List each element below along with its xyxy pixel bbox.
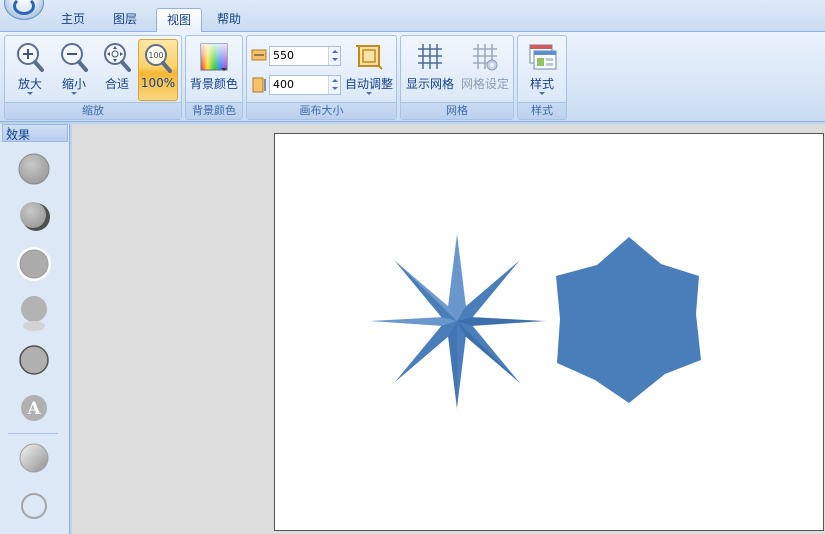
style-group-label: 样式 — [518, 102, 566, 119]
hexagram-shape[interactable] — [556, 237, 701, 403]
tab-layers[interactable]: 图层 — [104, 8, 146, 32]
effects-panel-header: 效果 ᚹ — [2, 124, 68, 142]
svg-text:100: 100 — [148, 51, 163, 60]
color-palette-icon — [200, 43, 228, 71]
canvas-height-icon — [252, 77, 266, 93]
background-color-group-label: 背景颜色 — [186, 102, 242, 119]
zoom-100-button[interactable]: 100 100% — [138, 39, 178, 101]
canvas-shapes — [366, 232, 701, 411]
zoom-in-dropdown-icon — [27, 92, 33, 95]
effect-plain[interactable] — [14, 149, 54, 189]
zoom-100-label: 100% — [140, 76, 176, 90]
show-grid-button[interactable]: 显示网格 — [404, 39, 456, 101]
zoom-in-button[interactable]: 放大 — [9, 39, 51, 101]
zoom-fit-label: 合适 — [104, 77, 129, 91]
canvas-height-input[interactable]: 400 — [269, 75, 341, 95]
zoom-in-icon — [17, 43, 44, 72]
style-button[interactable]: 样式 — [520, 39, 564, 101]
zoom-in-label: 放大 — [17, 77, 42, 91]
background-color-button[interactable]: 背景颜色 — [188, 39, 240, 101]
tab-help[interactable]: 帮助 — [208, 8, 250, 32]
tab-home[interactable]: 主页 — [52, 8, 94, 32]
canvas-width-input[interactable]: 550 — [269, 46, 341, 66]
grid-settings-button[interactable]: 网格设定 — [458, 39, 512, 101]
effect-reflection[interactable] — [14, 292, 54, 332]
drawing-canvas[interactable] — [274, 133, 824, 531]
pin-icon[interactable]: ᚹ — [6, 127, 63, 138]
zoom-fit-icon — [104, 43, 131, 72]
canvas-size-group-label: 画布大小 — [247, 102, 396, 119]
auto-adjust-label: 自动调整 — [344, 77, 393, 91]
zoom-out-dropdown-icon — [71, 92, 77, 95]
zoom-fit-button[interactable]: 合适 — [97, 39, 137, 101]
zoom-actual-size-icon: 100 — [145, 44, 172, 73]
background-color-label: 背景颜色 — [189, 77, 238, 91]
canvas-size-group: 550 400 自动调整 画布大小 — [246, 35, 397, 120]
effect-ring[interactable] — [14, 486, 54, 526]
style-group: 样式 样式 — [517, 35, 567, 120]
effect-outline[interactable] — [14, 340, 54, 380]
crop-resize-icon — [356, 45, 383, 70]
grid-group: 显示网格 网格设定 网格 — [400, 35, 514, 120]
tab-view[interactable]: 视图 — [156, 8, 202, 32]
background-color-group: 背景颜色 背景颜色 — [185, 35, 243, 120]
effects-separator — [8, 433, 58, 434]
star-shape[interactable] — [366, 232, 548, 411]
canvas-width-value: 550 — [273, 49, 294, 62]
effect-text[interactable]: A — [14, 388, 54, 428]
style-dropdown-icon — [539, 92, 545, 95]
svg-text:A: A — [26, 399, 41, 419]
app-logo-icon — [13, 0, 35, 15]
show-grid-label: 显示网格 — [405, 77, 454, 91]
grid-settings-icon — [473, 44, 498, 71]
zoom-out-button[interactable]: 缩小 — [53, 39, 95, 101]
effect-glow[interactable] — [14, 244, 54, 284]
style-label: 样式 — [529, 77, 554, 91]
auto-adjust-button[interactable]: 自动调整 — [343, 39, 395, 101]
grid-icon — [418, 44, 442, 69]
ribbon-tab-bar: 主页 图层 视图 帮助 — [0, 0, 825, 32]
effect-shadow[interactable] — [14, 196, 54, 236]
zoom-group: 放大 缩小 合适 100 100% 缩放 — [4, 35, 182, 120]
grid-group-label: 网格 — [401, 102, 513, 119]
zoom-out-label: 缩小 — [61, 77, 86, 91]
canvas-width-spinner[interactable] — [328, 47, 340, 65]
zoom-out-icon — [61, 43, 88, 72]
style-gallery-icon — [529, 44, 557, 70]
auto-adjust-dropdown-icon — [366, 92, 372, 95]
grid-settings-label: 网格设定 — [460, 77, 509, 91]
canvas-height-spinner[interactable] — [328, 76, 340, 94]
ribbon: 放大 缩小 合适 100 100% 缩放 背景颜色 背景颜色 550 400 自… — [0, 32, 825, 122]
zoom-group-label: 缩放 — [5, 102, 181, 119]
effect-gradient[interactable] — [14, 438, 54, 478]
effects-panel: 效果 ᚹ A — [0, 124, 70, 534]
canvas-height-value: 400 — [273, 78, 294, 91]
canvas-width-icon — [251, 49, 267, 61]
